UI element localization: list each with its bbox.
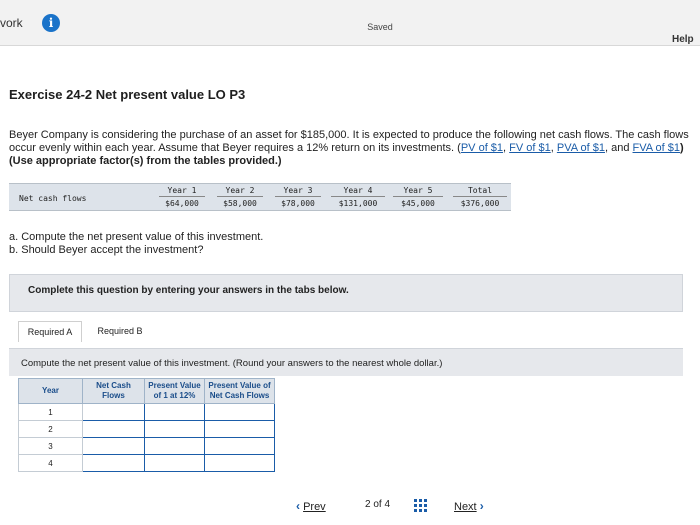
table-row: 1 [18, 403, 275, 421]
pv-factor-input[interactable] [144, 403, 205, 421]
table-row: 4 [18, 454, 275, 472]
cash-flow-total: Total $376,000 [453, 186, 507, 208]
subquestion-panel: Compute the net present value of this in… [9, 348, 683, 376]
cash-flow-year-4: Year 4 $131,000 [331, 186, 385, 208]
help-link[interactable]: Help [672, 34, 694, 45]
table-row: 3 [18, 437, 275, 455]
year-cell: 3 [18, 437, 83, 455]
question-b: b. Should Beyer accept the investment? [9, 244, 204, 256]
pva-table-link[interactable]: PVA of $1 [557, 142, 605, 154]
instruction-text: Complete this question by entering your … [28, 285, 349, 296]
saved-status: Saved [367, 22, 393, 32]
page-indicator: 2 of 4 [365, 499, 391, 510]
grid-icon[interactable] [414, 499, 427, 512]
fv-table-link[interactable]: FV of $1 [509, 142, 551, 154]
top-bar: vork i Saved Help [0, 0, 700, 46]
chevron-left-icon: ‹ [296, 499, 300, 513]
question-a: a. Compute the net present value of this… [9, 231, 264, 243]
pv-factor-input[interactable] [144, 454, 205, 472]
chevron-right-icon: › [479, 499, 484, 513]
cash-flow-year-3: Year 3 $78,000 [275, 186, 321, 208]
prev-button[interactable]: ‹ Prev [296, 499, 326, 513]
col-header-year: Year [18, 378, 83, 404]
year-cell: 4 [18, 454, 83, 472]
year-cell: 1 [18, 403, 83, 421]
fva-table-link[interactable]: FVA of $1 [633, 142, 681, 154]
cash-flow-year-5: Year 5 $45,000 [393, 186, 443, 208]
pv-cash-flow-input[interactable] [204, 420, 275, 438]
pv-cash-flow-input[interactable] [204, 454, 275, 472]
instruction-panel: Complete this question by entering your … [9, 274, 683, 312]
next-button[interactable]: Next › [454, 499, 484, 513]
app-label: vork [0, 16, 23, 30]
year-cell: 2 [18, 420, 83, 438]
cash-flow-row-label: Net cash flows [19, 194, 87, 203]
pv-cash-flow-input[interactable] [204, 437, 275, 455]
cash-flow-year-2: Year 2 $58,000 [217, 186, 263, 208]
col-header-pv-factor: Present Value of 1 at 12% [144, 378, 205, 404]
factor-instruction: (Use appropriate factor(s) from the tabl… [9, 155, 282, 167]
pv-table-link[interactable]: PV of $1 [461, 142, 503, 154]
net-cash-flow-input[interactable] [82, 420, 145, 438]
pv-cash-flow-input[interactable] [204, 403, 275, 421]
net-cash-flow-input[interactable] [82, 403, 145, 421]
question-list: a. Compute the net present value of this… [9, 231, 263, 257]
tab-required-b[interactable]: Required B [88, 321, 152, 342]
info-icon[interactable]: i [42, 14, 60, 32]
cash-flow-year-1: Year 1 $64,000 [159, 186, 205, 208]
tab-required-a[interactable]: Required A [18, 321, 82, 342]
table-row: 2 [18, 420, 275, 438]
pv-factor-input[interactable] [144, 420, 205, 438]
net-cash-flow-input[interactable] [82, 437, 145, 455]
subquestion-text: Compute the net present value of this in… [21, 358, 443, 369]
cash-flow-table: Net cash flows Year 1 $64,000 Year 2 $58… [9, 183, 511, 211]
net-cash-flow-input[interactable] [82, 454, 145, 472]
answer-table: Year Net Cash Flows Present Value of 1 a… [18, 378, 275, 472]
exercise-title: Exercise 24-2 Net present value LO P3 [9, 87, 246, 102]
col-header-net-cash-flows: Net Cash Flows [82, 378, 145, 404]
exercise-description: Beyer Company is considering the purchas… [9, 129, 689, 167]
col-header-pv-cash-flows: Present Value of Net Cash Flows [204, 378, 275, 404]
pv-factor-input[interactable] [144, 437, 205, 455]
